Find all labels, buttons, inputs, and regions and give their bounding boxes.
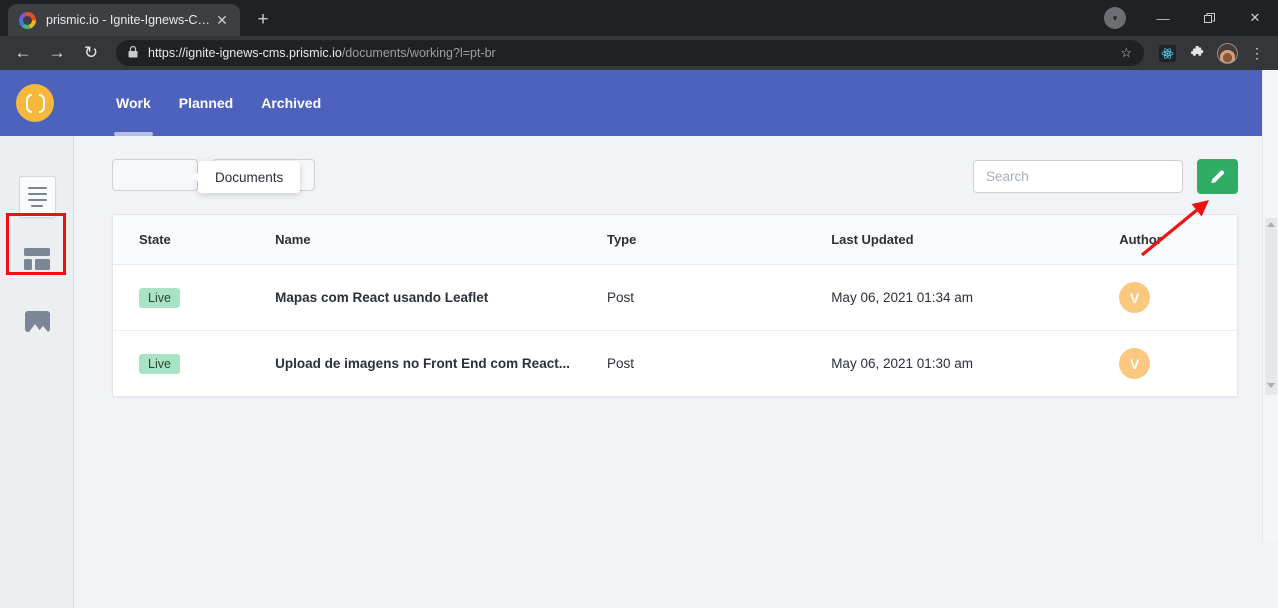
hidden-filter-button[interactable] [112,159,198,191]
table-head: State Name Type Last Updated Author [113,215,1237,265]
cell-name[interactable]: Upload de imagens no Front End com React… [275,331,607,397]
tab-planned[interactable]: Planned [165,70,247,136]
extensions-puzzle-icon[interactable] [1182,36,1212,70]
browser-tab-strip: prismic.io - Ignite-Ignews-CMS ✕ + ▾ — ✕ [0,0,1278,36]
app-sidebar [0,136,74,608]
cell-state: Live [113,265,275,331]
column-header-last-updated[interactable]: Last Updated [831,215,1119,265]
toolbar-right [973,159,1238,194]
image-icon [25,311,50,332]
maximize-button[interactable] [1186,0,1232,36]
app-header: Work Planned Archived [0,70,1278,136]
new-document-button[interactable] [1197,159,1238,194]
prismic-app: Work Planned Archived [0,70,1278,608]
sidebar-item-documents[interactable] [0,166,74,228]
avatar: V [1119,348,1150,379]
tab-archived[interactable]: Archived [247,70,335,136]
column-header-state[interactable]: State [113,215,275,265]
scroll-down-icon[interactable] [1267,383,1275,388]
tab-work[interactable]: Work [102,70,165,136]
table-header-row: State Name Type Last Updated Author [113,215,1237,265]
prismic-favicon-icon [19,12,36,29]
maximize-icon [1204,13,1215,24]
document-lines-icon [19,176,56,218]
bookmark-star-icon[interactable]: ☆ [1120,45,1132,61]
profile-avatar[interactable] [1212,36,1242,70]
cell-author: V [1119,265,1237,331]
browser-menu-icon[interactable]: ⋮ [1242,36,1272,70]
app-content: Authors Documents [74,136,1278,608]
cell-type: Post [607,331,831,397]
back-icon[interactable]: ← [6,36,40,70]
browser-tab-title: prismic.io - Ignite-Ignews-CMS [46,13,212,27]
browser-tab[interactable]: prismic.io - Ignite-Ignews-CMS ✕ [8,4,240,36]
search-input[interactable] [973,160,1183,193]
documents-table: State Name Type Last Updated Author Live [113,215,1237,396]
cell-type: Post [607,265,831,331]
pencil-icon [1208,167,1227,186]
chevron-down-icon[interactable]: ▾ [1104,7,1126,29]
documents-tooltip: Documents [198,161,300,193]
sidebar-item-media[interactable] [0,290,74,352]
column-header-author[interactable]: Author [1119,215,1237,265]
react-devtools-icon[interactable] [1152,36,1182,70]
browser-window: prismic.io - Ignite-Ignews-CMS ✕ + ▾ — ✕… [0,0,1278,608]
window-controls: ▾ — ✕ [1104,0,1278,36]
prismic-logo-icon[interactable] [16,84,54,122]
status-badge: Live [139,354,180,374]
column-header-type[interactable]: Type [607,215,831,265]
app-body: Authors Documents [0,136,1278,608]
forward-icon[interactable]: → [40,36,74,70]
scrollbar-thumb[interactable] [1265,218,1277,395]
address-bar-url: https://ignite-ignews-cms.prismic.io/doc… [148,46,496,60]
cell-state: Live [113,331,275,397]
content-toolbar: Authors Documents [112,136,1238,214]
documents-table-card: State Name Type Last Updated Author Live [112,214,1238,397]
avatar: V [1119,282,1150,313]
table-body: Live Mapas com React usando Leaflet Post… [113,265,1237,397]
cell-last-updated: May 06, 2021 01:30 am [831,331,1119,397]
sidebar-item-custom-types[interactable] [0,228,74,290]
new-tab-button[interactable]: + [249,6,277,34]
status-badge: Live [139,288,180,308]
url-scheme: https:// [148,46,186,60]
layout-blocks-icon [24,248,50,270]
cell-last-updated: May 06, 2021 01:34 am [831,265,1119,331]
reload-icon[interactable]: ↻ [74,36,108,70]
url-host: ignite-ignews-cms.prismic.io [186,46,342,60]
address-bar[interactable]: https://ignite-ignews-cms.prismic.io/doc… [116,40,1144,66]
close-window-button[interactable]: ✕ [1232,0,1278,36]
minimize-button[interactable]: — [1140,0,1186,36]
browser-toolbar: ← → ↻ https://ignite-ignews-cms.prismic.… [0,36,1278,70]
url-path: /documents/working?l=pt-br [342,46,496,60]
close-icon[interactable]: ✕ [212,10,232,30]
page-scrollbar[interactable] [1262,70,1278,542]
scroll-up-icon[interactable] [1267,222,1275,227]
column-header-name[interactable]: Name [275,215,607,265]
cell-author: V [1119,331,1237,397]
app-nav-tabs: Work Planned Archived [102,70,335,136]
table-row[interactable]: Live Upload de imagens no Front End com … [113,331,1237,397]
cell-name[interactable]: Mapas com React usando Leaflet [275,265,607,331]
lock-icon [128,46,138,61]
table-row[interactable]: Live Mapas com React usando Leaflet Post… [113,265,1237,331]
